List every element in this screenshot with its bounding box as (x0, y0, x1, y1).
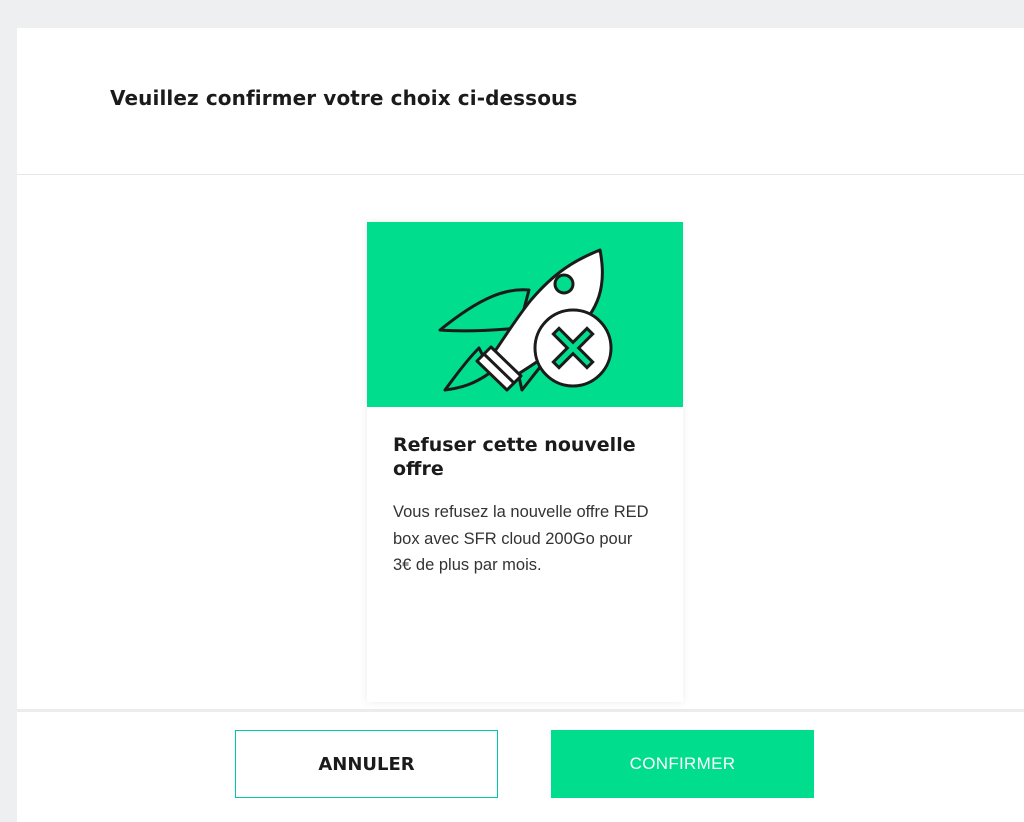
confirm-button[interactable]: CONFIRMER (551, 730, 814, 798)
dialog-body: Refuser cette nouvelle offre Vous refuse… (17, 176, 1024, 708)
dialog-footer: ANNULER CONFIRMER (17, 709, 1024, 822)
dialog-title: Veuillez confirmer votre choix ci-dessou… (110, 86, 578, 110)
offer-card: Refuser cette nouvelle offre Vous refuse… (367, 222, 683, 702)
cancel-button[interactable]: ANNULER (235, 730, 498, 798)
dialog-header: Veuillez confirmer votre choix ci-dessou… (17, 28, 1024, 175)
rocket-cancel-icon (438, 248, 613, 392)
confirm-dialog: Veuillez confirmer votre choix ci-dessou… (17, 28, 1024, 822)
offer-card-banner (367, 222, 683, 407)
offer-card-title: Refuser cette nouvelle offre (393, 434, 636, 480)
offer-card-description: Vous refusez la nouvelle offre RED box a… (393, 503, 649, 574)
